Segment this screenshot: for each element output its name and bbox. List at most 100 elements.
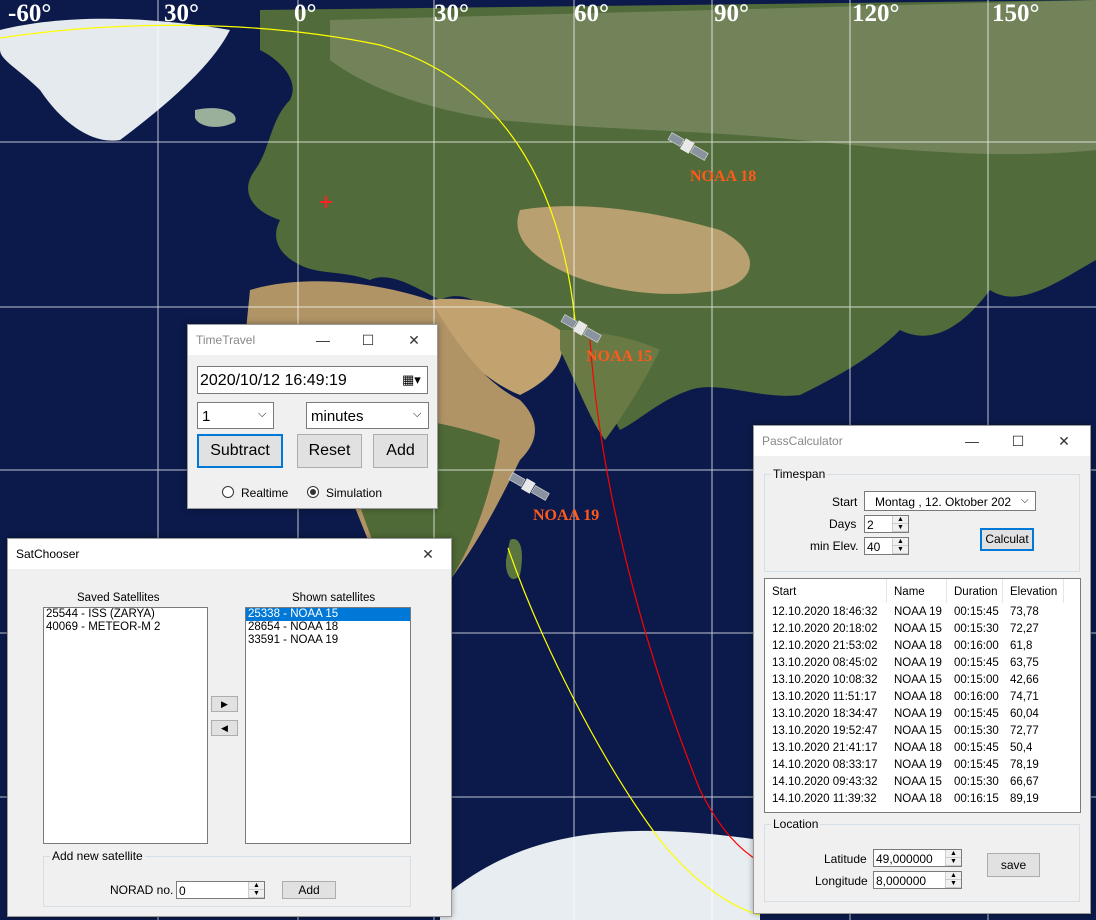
table-cell: 74,71 [1010, 690, 1039, 703]
passes-table[interactable]: Start Name Duration Elevation 12.10.2020… [764, 578, 1081, 813]
table-row[interactable]: 13.10.2020 10:08:32 NOAA 15 00:15:00 42,66 [765, 671, 1064, 688]
days-stepper[interactable]: ▲ ▼ [892, 516, 908, 532]
table-row[interactable]: 14.10.2020 11:39:32 NOAA 18 00:16:15 89,19 [765, 790, 1064, 807]
list-item[interactable]: 25544 - ISS (ZARYA) [44, 608, 207, 621]
satellite-icon[interactable] [508, 472, 552, 502]
maximize-icon[interactable]: ☐ [345, 325, 391, 355]
timetravel-window: TimeTravel — ☐ ✕ 2020/10/12 16:49:19 ▦▾ … [187, 324, 438, 509]
list-item[interactable]: 33591 - NOAA 19 [246, 634, 410, 647]
column-header[interactable]: Name [887, 579, 947, 603]
list-item[interactable]: 25338 - NOAA 15 [246, 608, 410, 621]
table-cell: NOAA 19 [894, 707, 942, 720]
norad-value: 0 [179, 884, 186, 898]
table-row[interactable]: 12.10.2020 18:46:32 NOAA 19 00:15:45 73,78 [765, 603, 1064, 620]
list-item[interactable]: 28654 - NOAA 18 [246, 621, 410, 634]
shown-satellites-list[interactable]: 25338 - NOAA 15 28654 - NOAA 18 33591 - … [245, 607, 411, 844]
latitude-stepper[interactable]: ▲ ▼ [945, 850, 961, 866]
longitude-label: Longitude [815, 874, 868, 888]
table-cell: 12.10.2020 21:53:02 [772, 639, 878, 652]
minimize-icon[interactable]: — [300, 325, 346, 355]
table-cell: NOAA 15 [894, 673, 942, 686]
lon-label: 0° [294, 0, 317, 27]
table-row[interactable]: 13.10.2020 08:45:02 NOAA 19 00:15:45 63,75 [765, 654, 1064, 671]
table-cell: 00:15:00 [954, 673, 999, 686]
column-header[interactable]: Elevation [1003, 579, 1064, 603]
table-cell: 13.10.2020 10:08:32 [772, 673, 878, 686]
table-row[interactable]: 13.10.2020 21:41:17 NOAA 18 00:15:45 50,4 [765, 739, 1064, 756]
table-cell: NOAA 19 [894, 758, 942, 771]
column-header[interactable]: Start [765, 579, 887, 603]
save-button[interactable]: save [987, 853, 1040, 877]
min-elev-value: 40 [867, 540, 881, 554]
column-header[interactable]: Duration [947, 579, 1003, 603]
table-row[interactable]: 12.10.2020 21:53:02 NOAA 18 00:16:00 61,8 [765, 637, 1064, 654]
start-date-picker[interactable]: Montag , 12. Oktober 202 ⌵ [864, 491, 1036, 511]
table-cell: 00:15:30 [954, 724, 999, 737]
arrow-left-icon: ◀ [221, 723, 228, 733]
lon-label: 60° [574, 0, 609, 27]
add-button[interactable]: Add [373, 434, 428, 468]
table-row[interactable]: 14.10.2020 09:43:32 NOAA 15 00:15:30 66,67 [765, 773, 1064, 790]
table-cell: NOAA 15 [894, 775, 942, 788]
amount-select[interactable]: 1 ⌵ [197, 402, 274, 429]
realtime-radio[interactable] [222, 486, 234, 498]
table-cell: NOAA 18 [894, 639, 942, 652]
table-cell: 89,19 [1010, 792, 1039, 805]
group-title: Location [771, 817, 821, 831]
passes-table-body: 12.10.2020 18:46:32 NOAA 19 00:15:45 73,78 1… [765, 603, 1064, 807]
minimize-icon[interactable]: — [949, 426, 995, 456]
saved-satellites-list[interactable]: 25544 - ISS (ZARYA) 40069 - METEOR-M 2 [43, 607, 208, 844]
calendar-icon[interactable]: ▦▾ [402, 372, 421, 388]
passcalculator-window: PassCalculator — ☐ ✕ Timespan Start Mont… [753, 425, 1091, 914]
close-icon[interactable]: ✕ [391, 325, 437, 355]
longitude-input[interactable]: 8,000000 ▲ ▼ [873, 871, 962, 889]
table-cell: 00:16:00 [954, 690, 999, 703]
min-elev-input[interactable]: 40 ▲ ▼ [864, 537, 909, 555]
latitude-input[interactable]: 49,000000 ▲ ▼ [873, 849, 962, 867]
calculate-button[interactable]: Calculat [980, 528, 1034, 551]
table-cell: 72,77 [1010, 724, 1039, 737]
satellite-icon[interactable] [560, 314, 604, 344]
table-row[interactable]: 14.10.2020 08:33:17 NOAA 19 00:15:45 78,19 [765, 756, 1064, 773]
window-title: SatChooser [16, 547, 80, 561]
table-cell: NOAA 18 [894, 690, 942, 703]
table-row[interactable]: 12.10.2020 20:18:02 NOAA 15 00:15:30 72,27 [765, 620, 1064, 637]
simulation-label: Simulation [326, 486, 383, 500]
table-cell: 42,66 [1010, 673, 1039, 686]
table-row[interactable]: 13.10.2020 11:51:17 NOAA 18 00:16:00 74,71 [765, 688, 1064, 705]
norad-stepper[interactable]: ▲ ▼ [248, 882, 264, 898]
close-icon[interactable]: ✕ [1041, 426, 1087, 456]
start-label: Start [832, 495, 858, 509]
add-satellite-button[interactable]: Add [282, 881, 336, 899]
window-title: TimeTravel [196, 333, 256, 347]
table-cell: NOAA 18 [894, 792, 942, 805]
subtract-button[interactable]: Subtract [197, 434, 283, 468]
realtime-label: Realtime [241, 486, 289, 500]
table-row[interactable]: 13.10.2020 19:52:47 NOAA 15 00:15:30 72,77 [765, 722, 1064, 739]
table-cell: 00:15:45 [954, 656, 999, 669]
close-icon[interactable]: ✕ [405, 539, 451, 569]
list-item[interactable]: 40069 - METEOR-M 2 [44, 621, 207, 634]
reset-button[interactable]: Reset [297, 434, 362, 468]
title-bar: PassCalculator — ☐ ✕ [754, 426, 1090, 456]
norad-input[interactable]: 0 ▲ ▼ [176, 881, 265, 899]
table-row[interactable]: 13.10.2020 18:34:47 NOAA 19 00:15:45 60,04 [765, 705, 1064, 722]
unit-select[interactable]: minutes ⌵ [306, 402, 429, 429]
table-cell: 14.10.2020 11:39:32 [772, 792, 877, 805]
timespan-group: Timespan Start Montag , 12. Oktober 202 … [764, 467, 1080, 572]
table-cell: 66,67 [1010, 775, 1039, 788]
table-cell: NOAA 15 [894, 622, 942, 635]
shown-satellites-label: Shown satellites [292, 592, 376, 604]
move-right-button[interactable]: ▶ [211, 696, 238, 712]
title-bar: SatChooser ✕ [8, 539, 451, 569]
satellite-icon[interactable] [667, 132, 711, 162]
longitude-stepper[interactable]: ▲ ▼ [945, 872, 961, 888]
min-elev-stepper[interactable]: ▲ ▼ [892, 538, 908, 554]
arrow-right-icon: ▶ [221, 699, 228, 709]
datetime-picker[interactable]: 2020/10/12 16:49:19 ▦▾ [197, 366, 428, 394]
move-left-button[interactable]: ◀ [211, 720, 238, 736]
lon-label: 150° [992, 0, 1040, 27]
simulation-radio[interactable] [307, 486, 319, 498]
days-input[interactable]: 2 ▲ ▼ [864, 515, 909, 533]
maximize-icon[interactable]: ☐ [995, 426, 1041, 456]
